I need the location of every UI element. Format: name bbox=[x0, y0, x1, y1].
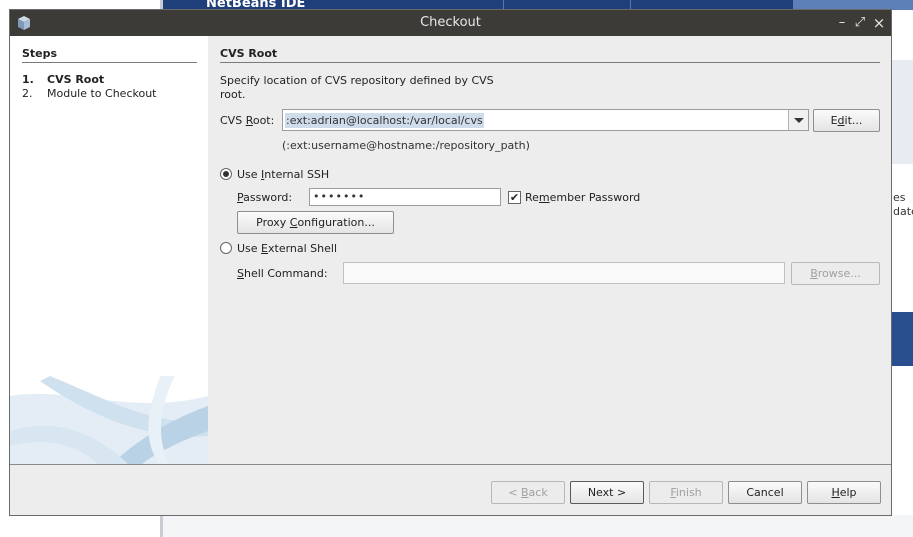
step-label: Module to Checkout bbox=[47, 87, 157, 100]
minimize-button[interactable]: – bbox=[834, 14, 850, 32]
browse-button[interactable]: Browse... bbox=[791, 262, 880, 285]
step-number: 1. bbox=[22, 73, 34, 86]
dialog-titlebar[interactable]: Checkout – ⤢ × bbox=[10, 10, 891, 36]
finish-button[interactable]: Finish bbox=[649, 481, 723, 504]
background-snippet-line: date bbox=[893, 205, 913, 218]
button-text: it... bbox=[844, 114, 863, 127]
button-text: rowse... bbox=[817, 267, 861, 280]
step-number: 2. bbox=[22, 87, 33, 100]
button-text: < bbox=[508, 486, 521, 499]
button-text: E bbox=[830, 114, 838, 127]
internal-ssh-label[interactable]: Use Internal SSH bbox=[237, 168, 329, 181]
wizard-footer: < Back Next > Finish Cancel Help bbox=[10, 465, 891, 515]
background-snippet-line: es bbox=[893, 191, 906, 204]
button-mnemonic: d bbox=[837, 114, 845, 127]
internal-ssh-radio[interactable] bbox=[220, 168, 232, 180]
maximize-button[interactable]: ⤢ bbox=[852, 14, 868, 32]
cvs-root-combobox[interactable]: :ext:adrian@localhost:/var/local/cvs bbox=[282, 109, 809, 131]
label-text: oot: bbox=[252, 114, 275, 127]
password-field[interactable]: ••••••• bbox=[309, 188, 501, 206]
step-label: CVS Root bbox=[47, 73, 105, 86]
button-text: onfiguration... bbox=[297, 216, 375, 229]
button-mnemonic: B bbox=[810, 267, 818, 280]
cancel-button[interactable]: Cancel bbox=[728, 481, 802, 504]
external-shell-label[interactable]: Use External Shell bbox=[237, 242, 337, 255]
button-text: ack bbox=[528, 486, 548, 499]
label-text: Re bbox=[525, 191, 539, 204]
panel-heading: CVS Root bbox=[220, 47, 278, 60]
label-mnemonic: S bbox=[237, 267, 244, 280]
password-label: Password: bbox=[237, 191, 292, 204]
button-text: inish bbox=[675, 486, 702, 499]
panel-divider bbox=[220, 62, 880, 63]
next-button[interactable]: Next > bbox=[570, 481, 644, 504]
steps-heading: Steps bbox=[22, 47, 58, 60]
cvs-root-panel: CVS Root Specify location of CVS reposit… bbox=[208, 36, 891, 464]
button-mnemonic: H bbox=[831, 486, 840, 499]
label-text: assword: bbox=[243, 191, 293, 204]
cvs-root-label: CVS Root: bbox=[220, 114, 274, 127]
cvs-root-format-hint: (:ext:username@hostname:/repository_path… bbox=[282, 139, 530, 152]
label-text: xternal Shell bbox=[268, 242, 338, 255]
back-button[interactable]: < Back bbox=[491, 481, 565, 504]
button-text: elp bbox=[839, 486, 857, 499]
label-text: Use bbox=[237, 242, 262, 255]
checkout-dialog: Checkout – ⤢ × Steps 1. CVS Root 2. Module… bbox=[9, 9, 892, 516]
label-text: hell Command: bbox=[243, 267, 328, 280]
remember-password-checkbox[interactable]: ✔ bbox=[508, 191, 521, 204]
label-text: ember Password bbox=[549, 191, 641, 204]
edit-button[interactable]: Edit... bbox=[813, 109, 880, 132]
label-text: Use bbox=[237, 168, 262, 181]
dialog-title: Checkout bbox=[420, 15, 481, 30]
remember-password-label[interactable]: Remember Password bbox=[525, 191, 640, 204]
help-button[interactable]: Help bbox=[807, 481, 881, 504]
button-mnemonic: B bbox=[521, 486, 529, 499]
steps-panel: Steps 1. CVS Root 2. Module to Checkout bbox=[10, 36, 208, 464]
label-mnemonic: E bbox=[261, 242, 268, 255]
label-mnemonic: R bbox=[245, 114, 253, 127]
shell-command-label: Shell Command: bbox=[237, 267, 328, 280]
wizard-decoration-graphic bbox=[10, 376, 208, 464]
cvs-root-value[interactable]: :ext:adrian@localhost:/var/local/cvs bbox=[285, 113, 484, 128]
proxy-configuration-button[interactable]: Proxy Configuration... bbox=[237, 211, 394, 234]
background-blue-block bbox=[891, 312, 913, 366]
background-bottom-area bbox=[163, 515, 913, 537]
shell-command-field[interactable] bbox=[343, 262, 785, 284]
label-text: nternal SSH bbox=[264, 168, 330, 181]
step-module-to-checkout: 2. Module to Checkout bbox=[22, 87, 157, 100]
close-button[interactable]: × bbox=[871, 14, 887, 32]
step-cvs-root: 1. CVS Root bbox=[22, 73, 104, 86]
label-mnemonic: m bbox=[538, 191, 550, 204]
label-text: CVS bbox=[220, 114, 246, 127]
background-panel-strip bbox=[891, 60, 913, 164]
chevron-down-icon[interactable] bbox=[788, 110, 808, 130]
external-shell-radio[interactable] bbox=[220, 242, 232, 254]
background-snippet-text: es date bbox=[893, 191, 913, 219]
steps-divider bbox=[22, 62, 197, 63]
button-text: Proxy bbox=[256, 216, 290, 229]
panel-description: Specify location of CVS repository defin… bbox=[220, 74, 494, 101]
